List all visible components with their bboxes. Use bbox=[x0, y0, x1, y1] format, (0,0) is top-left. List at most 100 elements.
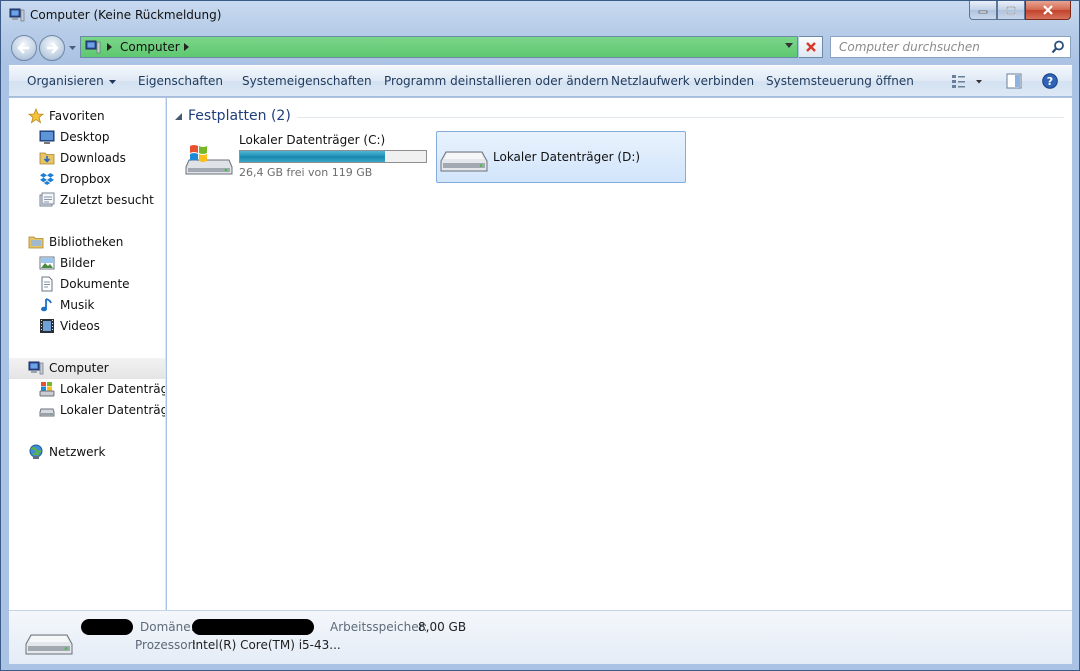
domain-label: Domäne: bbox=[140, 620, 195, 634]
content-pane[interactable]: Festplatten (2) Lokaler Datenträger (C:)… bbox=[167, 98, 1072, 610]
group-header-hard-drives[interactable]: Festplatten (2) bbox=[175, 108, 291, 124]
maximize-icon bbox=[1006, 5, 1016, 15]
back-button[interactable] bbox=[11, 35, 37, 61]
nav-computer[interactable]: Computer bbox=[28, 358, 109, 378]
maximize-button[interactable] bbox=[997, 1, 1025, 20]
minimize-icon bbox=[978, 10, 988, 14]
star-icon bbox=[28, 108, 44, 124]
chevron-down-icon bbox=[68, 45, 76, 50]
nav-local-disk-c[interactable]: Lokaler Datenträger bbox=[39, 379, 165, 399]
title-bar[interactable]: Computer (Keine Rückmeldung) bbox=[1, 1, 1079, 31]
desktop-icon bbox=[39, 130, 55, 144]
close-button[interactable] bbox=[1025, 1, 1071, 20]
breadcrumb-chevron-icon[interactable] bbox=[184, 43, 189, 51]
group-title: Festplatten (2) bbox=[188, 108, 291, 124]
nav-music[interactable]: Musik bbox=[39, 295, 95, 315]
search-icon[interactable] bbox=[1051, 40, 1065, 54]
video-film-icon bbox=[40, 319, 54, 333]
nav-pictures-label: Bilder bbox=[60, 256, 95, 270]
nav-documents[interactable]: Dokumente bbox=[39, 274, 130, 294]
address-bar[interactable]: Computer bbox=[80, 36, 798, 58]
memory-value: 8,00 GB bbox=[418, 620, 467, 634]
music-note-icon bbox=[41, 298, 52, 312]
drive-c-usage-fill bbox=[240, 151, 385, 162]
nav-recent-places[interactable]: Zuletzt besucht bbox=[39, 190, 154, 210]
dropbox-icon bbox=[40, 173, 54, 185]
forward-button[interactable] bbox=[39, 35, 65, 61]
minimize-button[interactable] bbox=[969, 1, 997, 20]
nav-network[interactable]: Netzwerk bbox=[28, 442, 105, 462]
network-globe-icon bbox=[29, 444, 43, 459]
svg-text:?: ? bbox=[1047, 75, 1053, 88]
drive-c-usage-bar bbox=[239, 150, 427, 163]
command-bar: Organisieren Eigenschaften Systemeigensc… bbox=[9, 65, 1072, 97]
details-pane: Domäne: Arbeitsspeicher: 8,00 GB Prozess… bbox=[9, 610, 1072, 664]
nav-music-label: Musik bbox=[60, 298, 95, 312]
pictures-icon bbox=[39, 256, 55, 270]
nav-local-disk-d-label: Lokaler Datenträger bbox=[60, 403, 165, 417]
preview-pane-icon[interactable] bbox=[1006, 73, 1022, 89]
map-network-drive-button[interactable]: Netzlaufwerk verbinden bbox=[611, 74, 754, 88]
group-divider bbox=[297, 117, 1064, 118]
search-placeholder: Computer durchsuchen bbox=[839, 40, 980, 54]
breadcrumb-chevron-icon[interactable] bbox=[107, 43, 112, 51]
navigation-pane[interactable]: Favoriten Desktop Downloads Dropbox Zule… bbox=[9, 98, 166, 610]
cpu-value: Intel(R) Core(TM) i5-43... bbox=[192, 638, 341, 652]
drive-item-d[interactable]: Lokaler Datenträger (D:) bbox=[436, 131, 686, 183]
stop-loading-button[interactable] bbox=[799, 36, 823, 58]
hard-drive-icon bbox=[440, 151, 488, 172]
windows-drive-icon bbox=[185, 145, 233, 175]
arrow-right-icon bbox=[47, 42, 59, 54]
view-options-icon[interactable] bbox=[951, 73, 983, 89]
nav-network-label: Netzwerk bbox=[49, 445, 106, 459]
nav-videos[interactable]: Videos bbox=[39, 316, 100, 336]
documents-icon bbox=[41, 276, 53, 292]
close-icon bbox=[805, 42, 816, 52]
nav-dropbox-label: Dropbox bbox=[60, 172, 111, 186]
computer-icon bbox=[9, 8, 25, 22]
nav-recent-places-label: Zuletzt besucht bbox=[60, 193, 154, 207]
nav-libraries-label: Bibliotheken bbox=[49, 235, 124, 249]
libraries-icon bbox=[28, 236, 44, 249]
explorer-window: Computer (Keine Rückmeldung) Computer Co… bbox=[0, 0, 1080, 671]
hard-drive-icon bbox=[39, 408, 55, 417]
computer-icon bbox=[28, 361, 44, 375]
address-row: Computer Computer durchsuchen bbox=[1, 31, 1079, 65]
uninstall-program-button[interactable]: Programm deinstallieren oder ändern bbox=[384, 74, 609, 88]
nav-favorites[interactable]: Favoriten bbox=[28, 106, 105, 126]
arrow-left-icon bbox=[17, 42, 29, 54]
recent-places-icon bbox=[39, 192, 55, 207]
chevron-down-icon bbox=[108, 79, 116, 84]
nav-downloads[interactable]: Downloads bbox=[39, 148, 126, 168]
nav-desktop-label: Desktop bbox=[60, 130, 110, 144]
search-input[interactable]: Computer durchsuchen bbox=[830, 36, 1071, 58]
nav-dropbox[interactable]: Dropbox bbox=[39, 169, 111, 189]
collapse-triangle-icon[interactable] bbox=[175, 112, 182, 120]
nav-desktop[interactable]: Desktop bbox=[39, 127, 110, 147]
nav-libraries[interactable]: Bibliotheken bbox=[28, 232, 123, 252]
memory-label: Arbeitsspeicher: bbox=[330, 620, 428, 634]
nav-videos-label: Videos bbox=[60, 319, 100, 333]
nav-downloads-label: Downloads bbox=[60, 151, 126, 165]
nav-documents-label: Dokumente bbox=[60, 277, 130, 291]
chevron-down-icon[interactable] bbox=[785, 43, 793, 48]
recent-pages-dropdown[interactable] bbox=[67, 41, 77, 55]
drive-c-free-space: 26,4 GB frei von 119 GB bbox=[239, 166, 373, 179]
redacted-computer-name bbox=[81, 619, 133, 635]
nav-favorites-label: Favoriten bbox=[49, 109, 105, 123]
nav-computer-label: Computer bbox=[49, 361, 109, 375]
downloads-folder-icon bbox=[39, 152, 55, 165]
help-icon[interactable]: ? bbox=[1042, 73, 1058, 89]
nav-pictures[interactable]: Bilder bbox=[39, 253, 95, 273]
windows-drive-icon bbox=[39, 382, 55, 397]
organize-button[interactable]: Organisieren bbox=[27, 74, 116, 88]
open-control-panel-button[interactable]: Systemsteuerung öffnen bbox=[766, 74, 914, 88]
drive-item-c[interactable]: Lokaler Datenträger (C:) 26,4 GB frei vo… bbox=[185, 132, 435, 184]
nav-local-disk-d[interactable]: Lokaler Datenträger bbox=[39, 400, 165, 420]
breadcrumb-computer[interactable]: Computer bbox=[120, 40, 180, 54]
hard-drive-icon bbox=[25, 634, 73, 655]
system-properties-button[interactable]: Systemeigenschaften bbox=[242, 74, 372, 88]
caption-buttons bbox=[969, 1, 1071, 21]
window-title: Computer (Keine Rückmeldung) bbox=[30, 8, 222, 22]
properties-button[interactable]: Eigenschaften bbox=[138, 74, 223, 88]
